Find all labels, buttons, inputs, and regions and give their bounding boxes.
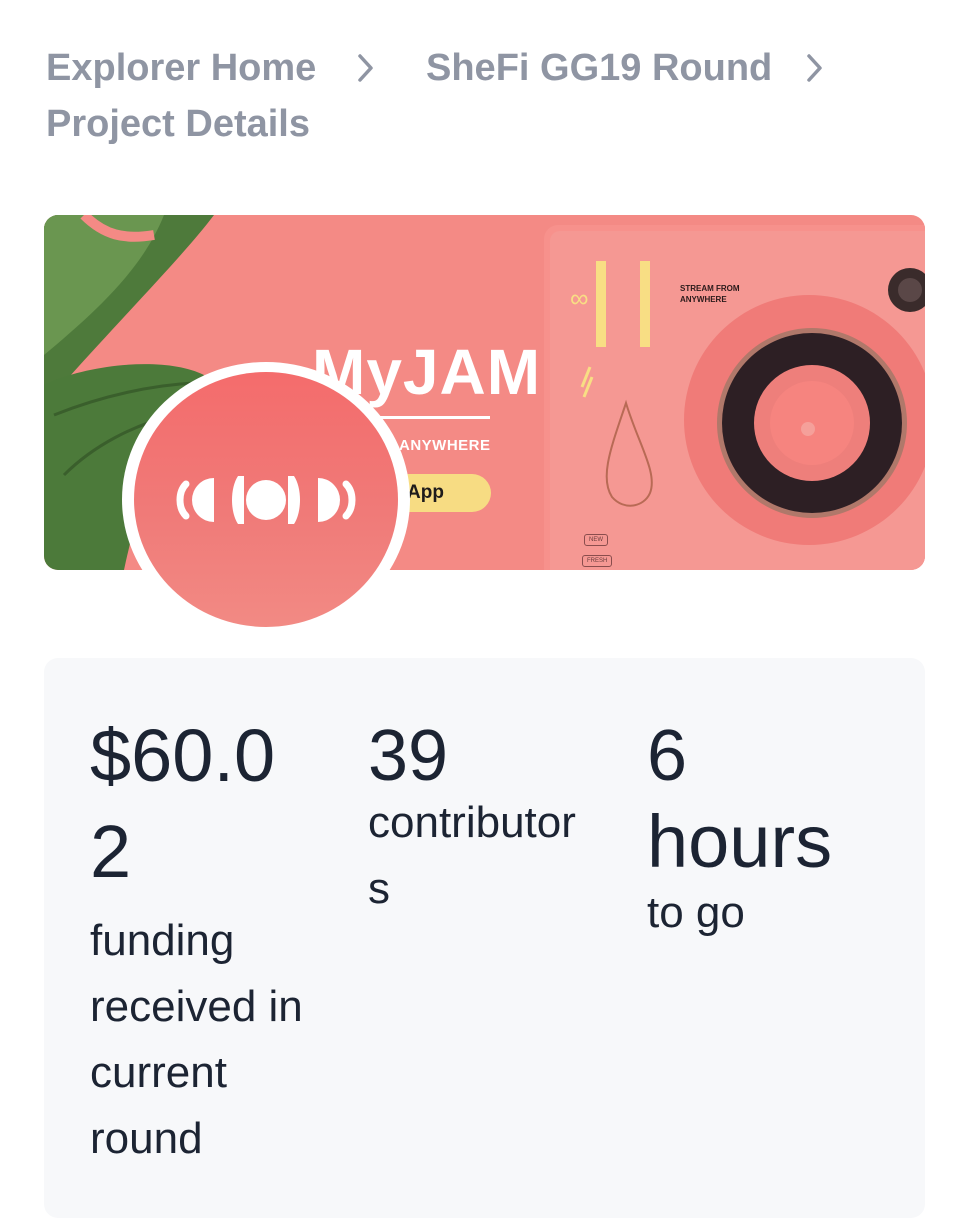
funding-label: funding received in current round: [90, 916, 303, 1163]
time-remaining-unit: hours: [647, 800, 833, 883]
time-remaining-label: to go: [647, 888, 745, 937]
banner-device-text: STREAM FROM ANYWHERE: [680, 284, 740, 304]
breadcrumb-round[interactable]: SheFi GG19 Round: [426, 40, 772, 96]
stat-contributors: 39 contributors: [368, 708, 593, 922]
stat-funding: $60.02 funding received in current round: [90, 708, 305, 1172]
breadcrumb-project-details: Project Details: [46, 103, 310, 145]
project-avatar: [122, 362, 410, 637]
chevron-right-icon: [800, 40, 830, 96]
chevron-right-icon: [351, 40, 381, 96]
myjam-logo-icon: [176, 476, 356, 524]
round-stats-card: $60.02 funding received in current round…: [44, 658, 925, 1218]
banner-badge-fresh: FRESH: [582, 555, 613, 567]
time-remaining-value: 6: [647, 716, 688, 796]
svg-text:∞: ∞: [570, 283, 589, 313]
stat-time-remaining: 6 hours to go: [647, 708, 907, 946]
banner-badge-new: NEW: [584, 534, 608, 546]
banner-tagline: ANYWHERE: [399, 437, 491, 454]
breadcrumb-explorer-home[interactable]: Explorer Home: [46, 40, 316, 96]
funding-amount: $60.02: [90, 714, 276, 893]
avatar-logo-background: [134, 372, 398, 627]
contributors-label: contributors: [368, 798, 576, 913]
